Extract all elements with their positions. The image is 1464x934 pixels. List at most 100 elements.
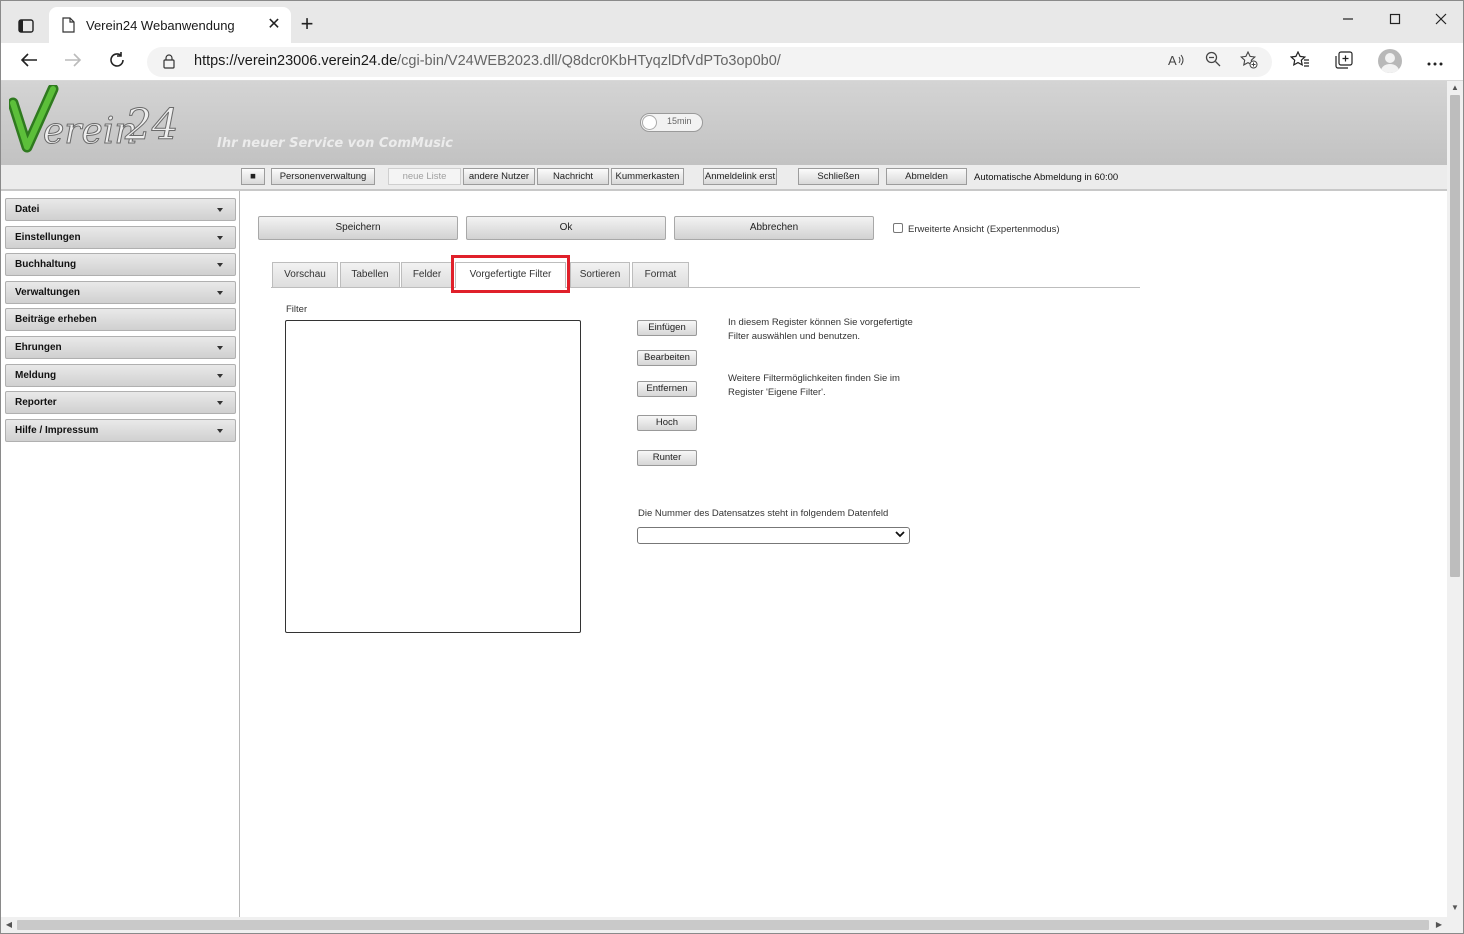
url-host: https://verein23006.verein24.de xyxy=(194,53,398,69)
help-text-filter: In diesem Register können Sie vorgeferti… xyxy=(728,317,913,342)
sidebar-item-beitraege-erheben[interactable]: Beiträge erheben xyxy=(5,308,236,331)
maximize-icon[interactable] xyxy=(1380,10,1410,32)
sidebar-item-buchhaltung[interactable]: Buchhaltung xyxy=(5,253,236,276)
chevron-down-icon xyxy=(217,291,223,295)
sidebar-item-ehrungen[interactable]: Ehrungen xyxy=(5,336,236,359)
page-icon xyxy=(61,17,75,38)
active-tab-highlight xyxy=(451,255,570,293)
chevron-down-icon xyxy=(217,263,223,267)
browser-tab-bar: Verein24 Webanwendung ✕ + xyxy=(1,1,1463,43)
scroll-down-arrow-icon[interactable]: ▼ xyxy=(1447,903,1463,912)
horizontal-scroll-thumb[interactable] xyxy=(17,920,1429,930)
svg-text:24: 24 xyxy=(124,100,178,149)
sidebar-item-reporter[interactable]: Reporter xyxy=(5,391,236,414)
nachricht-button[interactable]: Nachricht xyxy=(537,168,609,185)
vertical-scrollbar[interactable]: ▲ ▼ xyxy=(1447,81,1463,917)
datensatz-field-select[interactable] xyxy=(637,527,910,544)
tab-tabellen[interactable]: Tabellen xyxy=(340,262,400,287)
ok-button[interactable]: Ok xyxy=(466,216,666,240)
anmeldelink-button[interactable]: Anmeldelink erst xyxy=(703,168,777,185)
svg-text:A: A xyxy=(1168,53,1177,67)
abmelden-button[interactable]: Abmelden xyxy=(886,168,967,185)
sidebar-item-label: Buchhaltung xyxy=(15,259,77,270)
einfuegen-button[interactable]: Einfügen xyxy=(637,320,697,336)
chevron-down-icon xyxy=(217,401,223,405)
scroll-up-arrow-icon[interactable]: ▲ xyxy=(1447,83,1463,92)
scroll-right-arrow-icon[interactable]: ▶ xyxy=(1431,920,1447,929)
lock-icon[interactable] xyxy=(163,54,175,74)
sidebar-item-label: Verwaltungen xyxy=(15,287,81,298)
svg-text:erein: erein xyxy=(43,111,138,152)
app-header: erein 24 Ihr neuer Service von ComMusic … xyxy=(1,81,1447,165)
cancel-button[interactable]: Abbrechen xyxy=(674,216,874,240)
back-arrow-icon[interactable] xyxy=(18,51,40,73)
sidebar-item-verwaltungen[interactable]: Verwaltungen xyxy=(5,281,236,304)
kummerkasten-button[interactable]: Kummerkasten xyxy=(611,168,684,185)
andere-nutzer-button[interactable]: andere Nutzer xyxy=(463,168,535,185)
chevron-down-icon xyxy=(217,374,223,378)
entfernen-button[interactable]: Entfernen xyxy=(637,381,697,397)
address-bar: https://verein23006.verein24.de/cgi-bin/… xyxy=(1,43,1463,81)
menu-square-button[interactable]: ■ xyxy=(241,168,265,185)
filter-listbox[interactable] xyxy=(285,320,581,633)
tab-format[interactable]: Format xyxy=(632,262,689,287)
reload-icon[interactable] xyxy=(106,51,128,73)
vertical-scroll-thumb[interactable] xyxy=(1450,95,1460,577)
expert-mode-label: Erweiterte Ansicht (Expertenmodus) xyxy=(908,224,1060,235)
read-aloud-icon[interactable]: A xyxy=(1166,51,1188,73)
sidebar: Datei Einstellungen Buchhaltung Verwaltu… xyxy=(1,191,240,917)
collections-icon[interactable] xyxy=(1332,51,1356,73)
forward-arrow-icon[interactable] xyxy=(62,51,84,73)
sidebar-item-hilfe-impressum[interactable]: Hilfe / Impressum xyxy=(5,419,236,442)
more-menu-icon[interactable] xyxy=(1423,51,1447,73)
sidebar-item-label: Einstellungen xyxy=(15,232,81,243)
chevron-down-icon xyxy=(895,531,905,538)
bearbeiten-button[interactable]: Bearbeiten xyxy=(637,350,697,366)
sidebar-item-label: Hilfe / Impressum xyxy=(15,425,99,436)
close-tab-icon[interactable]: ✕ xyxy=(263,14,285,36)
sidebar-item-datei[interactable]: Datei xyxy=(5,198,236,221)
add-favorite-icon[interactable] xyxy=(1238,50,1260,73)
filter-list-label: Filter xyxy=(286,304,308,315)
url-text[interactable]: https://verein23006.verein24.de/cgi-bin/… xyxy=(194,53,781,69)
sidebar-item-label: Reporter xyxy=(15,397,57,408)
toggle-knob xyxy=(642,115,657,130)
tab-title: Verein24 Webanwendung xyxy=(86,18,235,33)
chevron-down-icon xyxy=(217,346,223,350)
horizontal-scrollbar[interactable]: ◀ ▶ xyxy=(1,917,1447,933)
expert-mode-checkbox[interactable] xyxy=(893,223,903,233)
tab-sortieren[interactable]: Sortieren xyxy=(570,262,630,287)
app-toolbar: ■ Personenverwaltung neue Liste andere N… xyxy=(1,165,1447,191)
auto-logout-status: Automatische Abmeldung in 60:00 xyxy=(974,172,1119,183)
session-timer-toggle[interactable]: 15min xyxy=(640,113,703,132)
sidebar-item-label: Meldung xyxy=(15,370,57,381)
personenverwaltung-button[interactable]: Personenverwaltung xyxy=(271,168,375,185)
browser-tab[interactable]: Verein24 Webanwendung ✕ xyxy=(49,7,291,43)
sidebar-item-meldung[interactable]: Meldung xyxy=(5,364,236,387)
chevron-down-icon xyxy=(217,236,223,240)
tagline: Ihr neuer Service von ComMusic xyxy=(217,136,453,151)
tab-felder[interactable]: Felder xyxy=(401,262,453,287)
minimize-icon[interactable] xyxy=(1333,10,1363,32)
browser-window: Verein24 Webanwendung ✕ + https://verein… xyxy=(0,0,1464,934)
url-path: /cgi-bin/V24WEB2023.dll/Q8dcr0KbHTyqzlDf… xyxy=(397,53,781,69)
neue-liste-button[interactable]: neue Liste xyxy=(388,168,461,185)
tab-vorschau[interactable]: Vorschau xyxy=(272,262,338,287)
favorites-icon[interactable] xyxy=(1288,50,1312,73)
tabs-icon[interactable] xyxy=(15,15,37,37)
runter-button[interactable]: Runter xyxy=(637,450,697,466)
save-button[interactable]: Speichern xyxy=(258,216,458,240)
schliessen-button[interactable]: Schließen xyxy=(798,168,879,185)
hoch-button[interactable]: Hoch xyxy=(637,415,697,431)
profile-icon[interactable] xyxy=(1378,49,1402,73)
zoom-out-icon[interactable] xyxy=(1202,51,1224,73)
new-tab-button[interactable]: + xyxy=(295,13,319,37)
scroll-left-arrow-icon[interactable]: ◀ xyxy=(1,920,17,929)
sidebar-item-label: Beiträge erheben xyxy=(15,314,97,325)
datensatz-field-label: Die Nummer des Datensatzes steht in folg… xyxy=(638,508,889,519)
chevron-down-icon xyxy=(217,208,223,212)
close-window-icon[interactable] xyxy=(1426,10,1456,32)
url-field[interactable]: https://verein23006.verein24.de/cgi-bin/… xyxy=(147,47,1272,77)
sidebar-item-label: Datei xyxy=(15,204,40,215)
sidebar-item-einstellungen[interactable]: Einstellungen xyxy=(5,226,236,249)
